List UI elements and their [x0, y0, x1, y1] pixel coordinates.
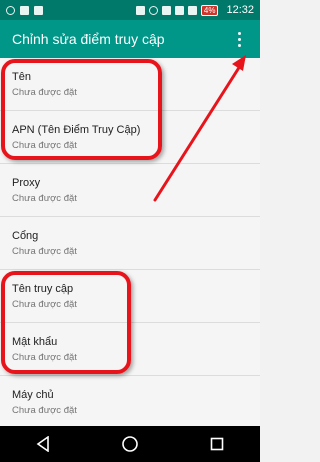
setting-item-apn[interactable]: APN (Tên Điểm Truy Cập) Chưa được đặt	[0, 111, 260, 164]
setting-value: Chưa được đặt	[12, 193, 77, 204]
settings-list: Tên Chưa được đặt APN (Tên Điểm Truy Cập…	[0, 58, 260, 429]
setting-value: Chưa được đặt	[12, 87, 77, 98]
setting-item-username[interactable]: Tên truy cập Chưa được đặt	[0, 270, 260, 323]
setting-item-proxy[interactable]: Proxy Chưa được đặt	[0, 164, 260, 217]
nfc-icon	[135, 5, 145, 15]
page-title: Chỉnh sửa điểm truy cập	[12, 31, 165, 47]
setting-title: Máy chủ	[12, 389, 54, 401]
battery-icon: 4%	[200, 4, 219, 16]
more-vert-icon[interactable]	[230, 27, 248, 51]
back-icon[interactable]	[31, 432, 55, 456]
do-not-disturb-icon	[148, 5, 158, 15]
recents-icon[interactable]	[205, 432, 229, 456]
setting-title: Cổng	[12, 230, 39, 242]
app-bar: Chỉnh sửa điểm truy cập	[0, 20, 260, 58]
setting-title: Tên truy cập	[12, 283, 74, 295]
setting-value: Chưa được đặt	[12, 405, 77, 416]
setting-title: Proxy	[12, 177, 41, 189]
message-icon	[34, 5, 43, 15]
notification-icon	[20, 5, 29, 15]
setting-item-name[interactable]: Tên Chưa được đặt	[0, 58, 260, 111]
setting-title: APN (Tên Điểm Truy Cập)	[12, 124, 141, 136]
status-bar: 4% 12:32	[0, 0, 260, 20]
home-icon[interactable]	[118, 432, 142, 456]
setting-item-password[interactable]: Mật khẩu Chưa được đặt	[0, 323, 260, 376]
setting-title: Tên	[12, 71, 31, 83]
wifi-icon	[161, 5, 171, 15]
setting-title: Mật khẩu	[12, 336, 58, 348]
navigation-bar	[0, 426, 260, 462]
system-icons: 4% 12:32	[135, 4, 254, 16]
setting-item-server[interactable]: Máy chủ Chưa được đặt	[0, 376, 260, 429]
clock: 12:32	[226, 4, 254, 16]
setting-value: Chưa được đặt	[12, 140, 77, 151]
setting-value: Chưa được đặt	[12, 246, 77, 257]
setting-value: Chưa được đặt	[12, 299, 77, 310]
notification-icons	[6, 5, 136, 15]
notification-icon	[6, 5, 15, 15]
setting-value: Chưa được đặt	[12, 352, 77, 363]
setting-item-port[interactable]: Cổng Chưa được đặt	[0, 217, 260, 270]
sim2-signal-icon	[187, 5, 197, 15]
sim1-signal-icon	[174, 5, 184, 15]
